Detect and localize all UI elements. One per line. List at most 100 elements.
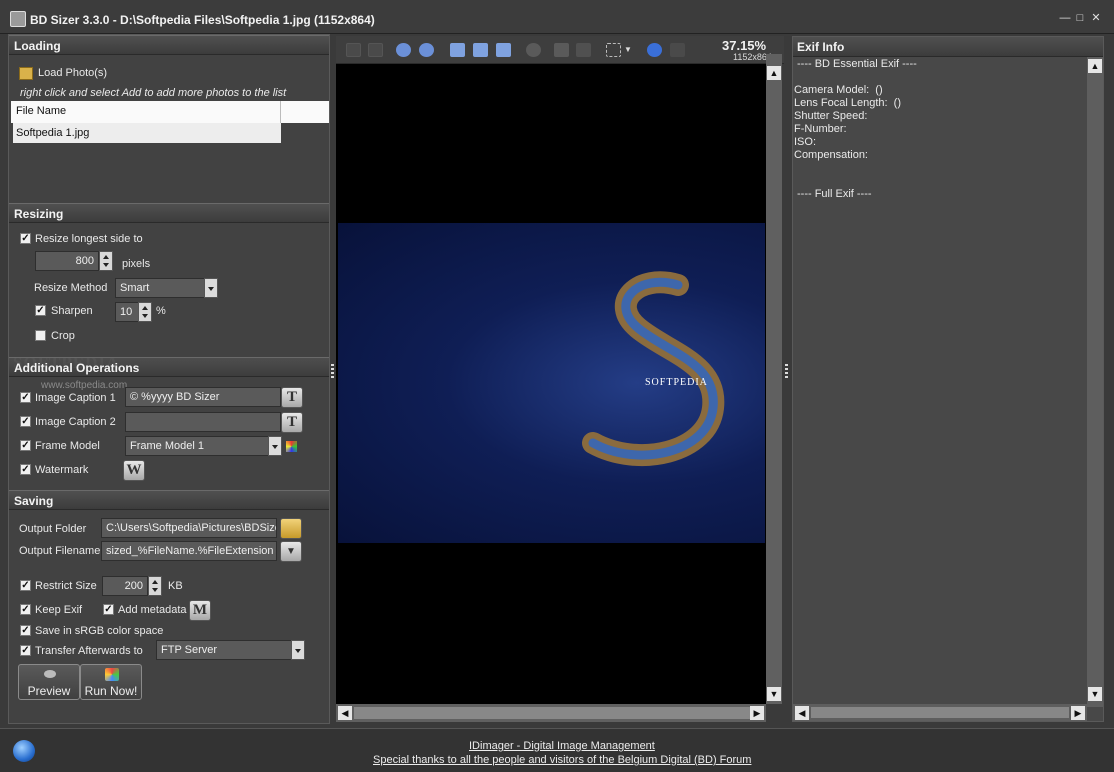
srgb-label: Save in sRGB color space (35, 625, 164, 637)
exif-scroll-up-icon[interactable]: ▲ (1088, 59, 1102, 73)
fit-width-icon[interactable] (496, 43, 511, 57)
exif-scroll-down-icon[interactable]: ▼ (1088, 687, 1102, 701)
viewer-horizontal-scrollbar[interactable]: ◀ ▶ (336, 704, 766, 722)
rotate-icon[interactable] (647, 43, 662, 57)
metadata-button[interactable]: M (189, 600, 211, 621)
horizontal-scroll-thumb[interactable] (354, 707, 750, 719)
size-spinner[interactable] (99, 251, 113, 271)
actual-size-icon[interactable] (473, 43, 488, 57)
resize-longest-checkbox[interactable]: ✓ (20, 233, 31, 244)
size-input[interactable]: 800 (35, 251, 99, 271)
watermark-checkbox[interactable]: ✓ (20, 464, 31, 475)
exif-scroll-right-icon[interactable]: ▶ (1071, 706, 1085, 720)
exif-horizontal-scroll-thumb[interactable] (811, 707, 1069, 718)
add-metadata-checkbox[interactable]: ✓ (103, 604, 114, 615)
run-icon (105, 668, 119, 681)
scroll-up-icon[interactable]: ▲ (767, 66, 781, 80)
resize-method-select[interactable]: Smart (115, 278, 205, 298)
caption2-text-button[interactable]: T (281, 412, 303, 433)
caption2-checkbox[interactable]: ✓ (20, 416, 31, 427)
loading-header: Loading (9, 35, 329, 55)
load-hint: right click and select Add to add more p… (20, 87, 287, 99)
exif-horizontal-scrollbar[interactable]: ◀ ▶ (793, 704, 1087, 721)
restrict-size-checkbox[interactable]: ✓ (20, 580, 31, 591)
restrict-size-label: Restrict Size (35, 580, 97, 592)
saving-header: Saving (9, 490, 329, 510)
output-folder-input[interactable]: C:\Users\Softpedia\Pictures\BDSizer (101, 518, 277, 538)
add-metadata-label: Add metadata (118, 604, 187, 616)
scroll-right-icon[interactable]: ▶ (750, 706, 764, 720)
transfer-checkbox[interactable]: ✓ (20, 645, 31, 656)
fit-window-icon[interactable] (450, 43, 465, 57)
window-title: BD Sizer 3.3.0 - D:\Softpedia Files\Soft… (30, 13, 375, 27)
sharpen-checkbox[interactable]: ✓ (35, 305, 46, 316)
view-icon[interactable] (526, 43, 541, 57)
filename-options-icon[interactable]: ▼ (280, 541, 302, 562)
photo-logo-text: SOFTPEDIA (645, 377, 708, 388)
minimize-icon[interactable]: — (1059, 13, 1071, 25)
caption2-input[interactable] (125, 412, 281, 432)
preview-image: SOFTPEDIA (338, 223, 765, 543)
watermark-label: Watermark (35, 464, 89, 476)
load-photos-icon[interactable] (19, 67, 33, 80)
load-photos-button[interactable]: Load Photo(s) (38, 67, 107, 79)
caption1-text-button[interactable]: T (281, 387, 303, 408)
sharpen-input[interactable]: 10 (115, 302, 139, 322)
maximize-icon[interactable]: □ (1074, 13, 1086, 25)
scroll-down-icon[interactable]: ▼ (767, 687, 781, 701)
close-icon[interactable]: ✕ (1090, 13, 1102, 25)
zoom-in-icon[interactable] (396, 43, 411, 57)
resize-method-dropdown[interactable] (204, 278, 218, 298)
scroll-left-icon[interactable]: ◀ (338, 706, 352, 720)
undo-icon[interactable] (576, 43, 591, 57)
left-splitter-handle[interactable] (331, 364, 334, 380)
frame-model-dropdown[interactable] (268, 436, 282, 456)
restrict-size-input[interactable]: 200 (102, 576, 148, 596)
crop-label: Crop (51, 330, 75, 342)
run-now-button[interactable]: Run Now! (80, 664, 142, 700)
back-icon[interactable] (346, 43, 361, 57)
file-name-column-header[interactable]: File Name (11, 101, 329, 123)
frame-model-checkbox[interactable]: ✓ (20, 440, 31, 451)
forward-icon[interactable] (368, 43, 383, 57)
folder-icon[interactable] (280, 518, 302, 539)
sharpen-spinner[interactable] (138, 302, 152, 322)
exif-f-number: F-Number: (794, 123, 847, 135)
percent-label: % (156, 305, 166, 317)
exif-scroll-left-icon[interactable]: ◀ (795, 706, 809, 720)
transfer-dropdown[interactable] (291, 640, 305, 660)
viewer-toolbar: ▼ 37.15% 1152x864 (336, 36, 784, 64)
frame-palette-icon[interactable] (286, 441, 297, 452)
output-filename-input[interactable]: sized_%FileName.%FileExtension (101, 541, 277, 561)
globe-icon[interactable] (13, 740, 35, 762)
resizing-header: Resizing (9, 203, 329, 223)
file-list-item[interactable]: Softpedia 1.jpg (13, 123, 281, 143)
exif-essential-heading: ---- BD Essential Exif ---- (797, 58, 917, 70)
srgb-checkbox[interactable]: ✓ (20, 625, 31, 636)
preview-button[interactable]: Preview (18, 664, 80, 700)
file-list[interactable]: File Name Softpedia 1.jpg (11, 101, 329, 145)
caption1-checkbox[interactable]: ✓ (20, 392, 31, 403)
right-splitter-handle[interactable] (785, 364, 788, 380)
idimager-link[interactable]: IDimager - Digital Image Management (469, 740, 655, 752)
zoom-out-icon[interactable] (419, 43, 434, 57)
transfer-select[interactable]: FTP Server (156, 640, 292, 660)
redo-icon[interactable] (670, 43, 685, 57)
save-icon[interactable] (554, 43, 569, 57)
transfer-label: Transfer Afterwards to (35, 645, 143, 657)
kb-label: KB (168, 580, 183, 592)
frame-model-select[interactable]: Frame Model 1 (125, 436, 269, 456)
eye-icon (44, 670, 56, 678)
keep-exif-checkbox[interactable]: ✓ (20, 604, 31, 615)
crop-checkbox[interactable] (35, 330, 46, 341)
crop-dropdown-icon[interactable]: ▼ (624, 43, 634, 57)
crop-icon[interactable] (606, 43, 621, 57)
watermark-button[interactable]: W (123, 460, 145, 481)
caption1-input[interactable]: © %yyyy BD Sizer (125, 387, 281, 407)
pixels-label: pixels (122, 258, 151, 270)
restrict-size-spinner[interactable] (148, 576, 162, 596)
preview-label: Preview (27, 684, 71, 698)
exif-vertical-scrollbar[interactable]: ▲ ▼ (1087, 57, 1103, 707)
viewer-vertical-scrollbar[interactable]: ▲ ▼ (766, 54, 782, 704)
thanks-link[interactable]: Special thanks to all the people and vis… (373, 754, 751, 766)
